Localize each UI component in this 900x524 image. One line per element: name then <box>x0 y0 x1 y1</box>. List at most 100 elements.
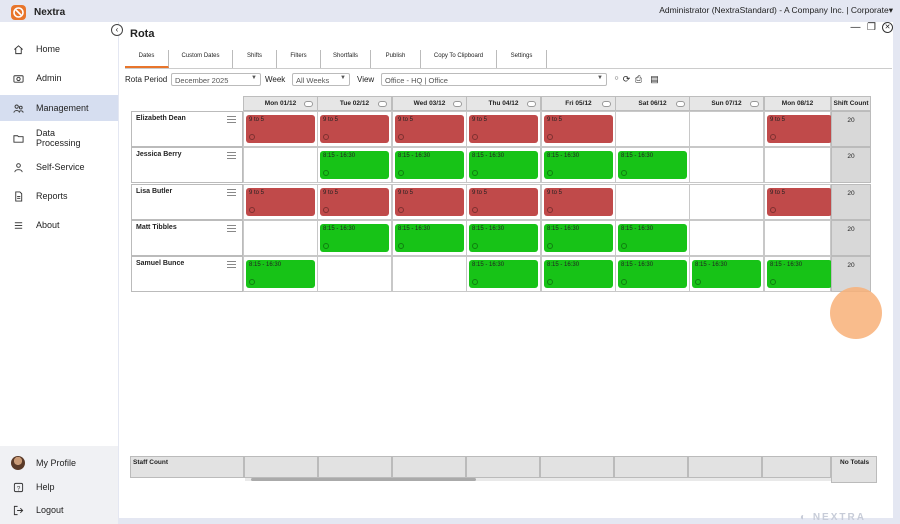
tab-shifts[interactable]: Shifts <box>233 50 277 68</box>
rota-day-cell[interactable] <box>689 111 764 147</box>
day-toggle-icon[interactable] <box>602 101 611 107</box>
sidebar-item-management[interactable]: Management <box>0 95 118 121</box>
rota-day-cell[interactable]: 8:15 - 16:30 <box>689 256 764 292</box>
rota-day-cell[interactable] <box>243 220 318 256</box>
shift-block[interactable]: 9 to 5 <box>767 188 832 216</box>
tab-publish[interactable]: Publish <box>371 50 421 68</box>
day-toggle-icon[interactable] <box>304 101 313 107</box>
week-select[interactable]: All Weeks ▼ <box>292 73 350 86</box>
rota-day-cell[interactable] <box>615 111 690 147</box>
shift-block[interactable]: 9 to 5 <box>395 115 464 143</box>
shift-block[interactable]: 9 to 5 <box>544 188 613 216</box>
day-toggle-icon[interactable] <box>676 101 685 107</box>
sidebar-item-admin[interactable]: Admin <box>0 65 118 91</box>
close-icon[interactable]: ✕ <box>882 22 893 33</box>
restore-icon[interactable]: ❐ <box>866 22 877 33</box>
sidebar-item-self-service[interactable]: Self-Service <box>0 154 118 180</box>
rota-day-cell[interactable]: 9 to 5 <box>243 184 318 220</box>
shift-block[interactable]: 9 to 5 <box>246 188 315 216</box>
shift-block[interactable]: 8:15 - 16:30 <box>320 151 389 179</box>
collapse-sidebar-button[interactable]: ‹ <box>111 24 123 36</box>
pdf-icon[interactable]: ▤ <box>649 73 660 85</box>
export-icon[interactable]: ⎙ <box>633 73 644 85</box>
shift-block[interactable]: 8:15 - 16:30 <box>692 260 761 288</box>
shift-block[interactable]: 8:15 - 16:30 <box>320 224 389 252</box>
shift-block[interactable]: 8:15 - 16:30 <box>469 260 538 288</box>
rota-day-cell[interactable] <box>689 147 764 183</box>
shift-block[interactable]: 8:15 - 16:30 <box>767 260 832 288</box>
drag-handle-icon[interactable] <box>227 152 236 161</box>
shift-block[interactable]: 9 to 5 <box>544 115 613 143</box>
rota-day-cell[interactable]: 9 to 5 <box>392 184 467 220</box>
shift-block[interactable]: 9 to 5 <box>320 115 389 143</box>
user-account-menu[interactable]: Administrator (NextraStandard) - A Compa… <box>659 5 893 16</box>
rota-day-cell[interactable]: 8:15 - 16:30 <box>541 220 616 256</box>
rota-day-cell[interactable]: 9 to 5 <box>541 184 616 220</box>
sidebar-item-logout[interactable]: Logout <box>0 499 118 521</box>
rota-day-cell[interactable]: 9 to 5 <box>317 184 392 220</box>
sidebar-item-help[interactable]: ? Help <box>0 476 118 498</box>
rota-day-cell[interactable]: 8:15 - 16:30 <box>615 147 690 183</box>
shift-block[interactable]: 9 to 5 <box>395 188 464 216</box>
shift-block[interactable]: 9 to 5 <box>469 188 538 216</box>
rota-day-cell[interactable]: 8:15 - 16:30 <box>764 256 832 292</box>
rota-day-cell[interactable]: 8:15 - 16:30 <box>541 147 616 183</box>
tab-dates[interactable]: Dates <box>125 50 169 68</box>
tab-settings[interactable]: Settings <box>497 50 547 68</box>
shift-block[interactable]: 8:15 - 16:30 <box>544 260 613 288</box>
rota-day-cell[interactable]: 9 to 5 <box>764 184 832 220</box>
rota-day-cell[interactable]: 8:15 - 16:30 <box>466 147 541 183</box>
horizontal-scrollbar[interactable] <box>245 478 831 481</box>
rota-day-cell[interactable]: 9 to 5 <box>764 111 832 147</box>
rota-day-cell[interactable] <box>615 184 690 220</box>
shift-block[interactable]: 8:15 - 16:30 <box>469 224 538 252</box>
rota-day-cell[interactable]: 9 to 5 <box>392 111 467 147</box>
view-select[interactable]: Office - HQ | Office ▼ <box>381 73 607 86</box>
sidebar-item-data-processing[interactable]: Data Processing <box>0 124 118 152</box>
rota-day-cell[interactable]: 8:15 - 16:30 <box>615 220 690 256</box>
shift-block[interactable]: 8:15 - 16:30 <box>618 260 687 288</box>
shift-block[interactable]: 8:15 - 16:30 <box>395 151 464 179</box>
rota-day-cell[interactable]: 8:15 - 16:30 <box>392 147 467 183</box>
tab-filters[interactable]: Filters <box>277 50 321 68</box>
rota-day-cell[interactable]: 8:15 - 16:30 <box>466 256 541 292</box>
rota-day-cell[interactable]: 8:15 - 16:30 <box>317 220 392 256</box>
refresh-icon[interactable]: ⟳ <box>621 73 632 85</box>
rota-day-cell[interactable]: 9 to 5 <box>541 111 616 147</box>
rota-day-cell[interactable] <box>392 256 467 292</box>
sidebar-item-about[interactable]: About <box>0 212 118 238</box>
rota-day-cell[interactable] <box>243 147 318 183</box>
drag-handle-icon[interactable] <box>227 189 236 198</box>
shift-block[interactable]: 8:15 - 16:30 <box>246 260 315 288</box>
shift-block[interactable]: 9 to 5 <box>469 115 538 143</box>
rota-day-cell[interactable]: 9 to 5 <box>466 111 541 147</box>
rota-day-cell[interactable]: 8:15 - 16:30 <box>392 220 467 256</box>
day-toggle-icon[interactable] <box>750 101 759 107</box>
shift-block[interactable]: 9 to 5 <box>767 115 832 143</box>
minimize-icon[interactable]: — <box>850 22 861 33</box>
drag-handle-icon[interactable] <box>227 225 236 234</box>
day-toggle-icon[interactable] <box>453 101 462 107</box>
shift-block[interactable]: 8:15 - 16:30 <box>544 151 613 179</box>
day-toggle-icon[interactable] <box>378 101 387 107</box>
rota-day-cell[interactable]: 8:15 - 16:30 <box>466 220 541 256</box>
tab-custom-dates[interactable]: Custom Dates <box>169 50 233 68</box>
scrollbar-thumb[interactable] <box>251 478 476 481</box>
rota-day-cell[interactable]: 9 to 5 <box>466 184 541 220</box>
shift-block[interactable]: 8:15 - 16:30 <box>618 151 687 179</box>
rota-day-cell[interactable] <box>689 184 764 220</box>
shift-block[interactable]: 8:15 - 16:30 <box>469 151 538 179</box>
shift-block[interactable]: 8:15 - 16:30 <box>395 224 464 252</box>
sidebar-item-home[interactable]: Home <box>0 36 118 62</box>
rota-day-cell[interactable] <box>764 147 831 183</box>
tab-copy-to-clipboard[interactable]: Copy To Clipboard <box>421 50 497 68</box>
rota-period-select[interactable]: December 2025 ▼ <box>171 73 261 86</box>
rota-day-cell[interactable]: 8:15 - 16:30 <box>615 256 690 292</box>
rota-day-cell[interactable]: 8:15 - 16:30 <box>317 147 392 183</box>
rota-day-cell[interactable]: 9 to 5 <box>317 111 392 147</box>
drag-handle-icon[interactable] <box>227 116 236 125</box>
sidebar-item-my-profile[interactable]: My Profile <box>0 452 118 474</box>
shift-block[interactable]: 9 to 5 <box>320 188 389 216</box>
tab-shortfalls[interactable]: Shortfalls <box>321 50 371 68</box>
rota-day-cell[interactable] <box>317 256 392 292</box>
